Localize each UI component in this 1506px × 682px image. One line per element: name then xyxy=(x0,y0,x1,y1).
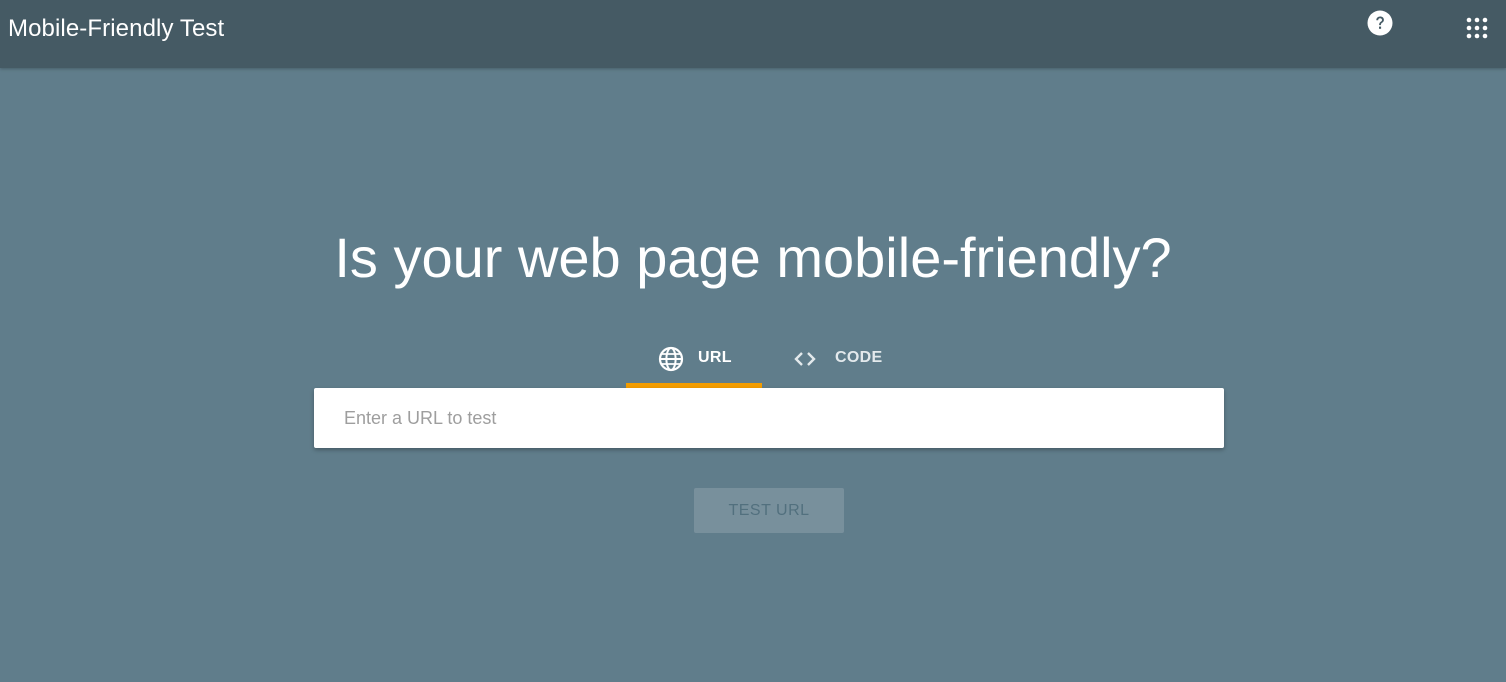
app-title: Mobile-Friendly Test xyxy=(8,15,225,42)
page-headline: Is your web page mobile-friendly? xyxy=(334,226,1172,289)
test-url-button[interactable]: TEST URL xyxy=(694,488,844,533)
tab-url-label: URL xyxy=(698,349,732,366)
code-brackets-icon xyxy=(792,346,818,372)
tab-code-label: CODE xyxy=(835,349,883,366)
app-bar: Mobile-Friendly Test xyxy=(0,0,1506,68)
help-icon[interactable] xyxy=(1367,10,1393,36)
tab-code[interactable]: CODE xyxy=(778,338,898,388)
url-input[interactable] xyxy=(314,388,1224,448)
tab-url[interactable]: URL xyxy=(626,338,762,388)
url-input-card xyxy=(314,388,1224,448)
globe-icon xyxy=(658,346,684,372)
apps-grid-icon[interactable] xyxy=(1466,17,1488,39)
